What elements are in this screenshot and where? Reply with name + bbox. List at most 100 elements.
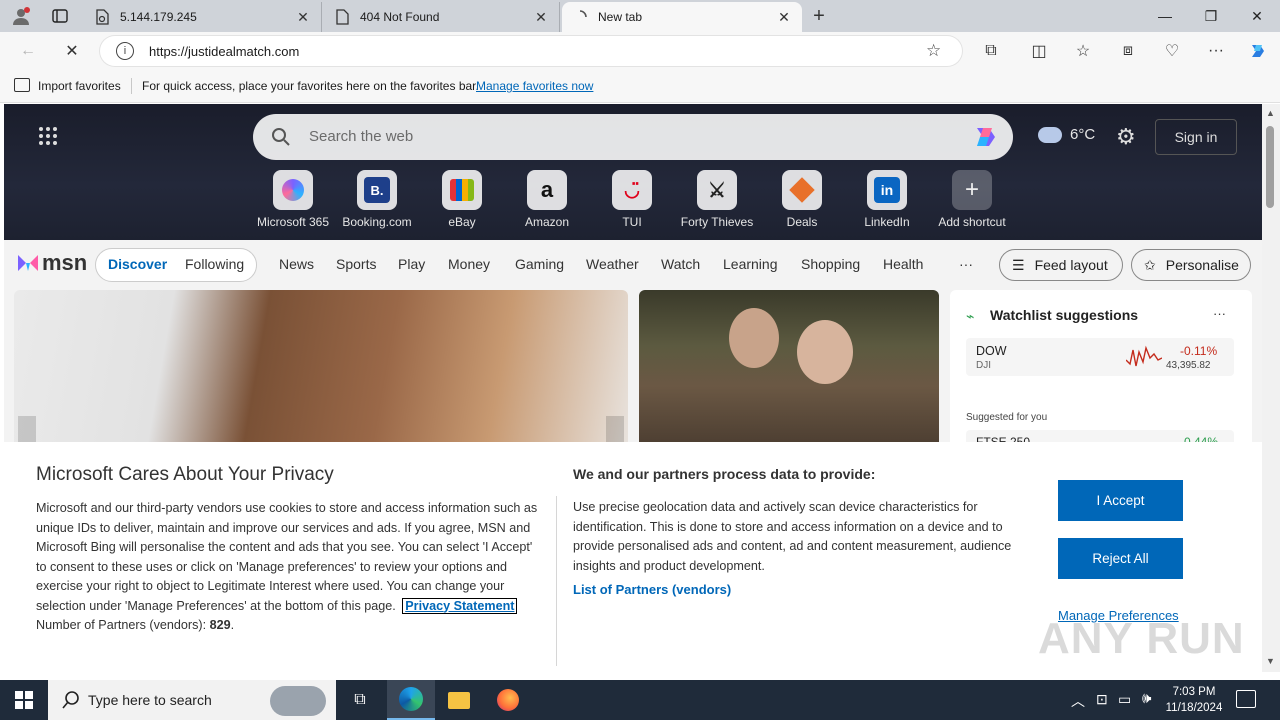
- nav-shopping[interactable]: Shopping: [801, 256, 860, 272]
- volume-icon[interactable]: 🕪: [1142, 690, 1151, 707]
- nav-learning[interactable]: Learning: [723, 256, 778, 272]
- tab-discover[interactable]: Discover: [108, 256, 167, 272]
- feed-layout-button[interactable]: ☰ Feed layout: [999, 249, 1123, 281]
- shortcut-amazon[interactable]: a Amazon: [507, 170, 587, 229]
- personalise-button[interactable]: ✩ Personalise: [1131, 249, 1251, 281]
- scroll-down-icon[interactable]: ▼: [1266, 656, 1275, 666]
- nav-weather[interactable]: Weather: [586, 256, 639, 272]
- search-icon: [272, 128, 290, 146]
- tab-404[interactable]: 404 Not Found ✕: [324, 2, 560, 32]
- apps-launcher[interactable]: [38, 126, 58, 146]
- network-icon[interactable]: ▭: [1118, 691, 1131, 708]
- taskbar-edge[interactable]: [387, 680, 435, 720]
- nav-sports[interactable]: Sports: [336, 256, 376, 272]
- watchlist-title: Watchlist suggestions: [990, 307, 1139, 323]
- weather-widget[interactable]: 6°C: [1038, 126, 1095, 143]
- taskbar-search[interactable]: Type here to search: [48, 680, 336, 720]
- weather-temp: 6°C: [1070, 126, 1096, 143]
- clock[interactable]: 7:03 PM 11/18/2024: [1164, 684, 1224, 716]
- stop-button[interactable]: ✕: [58, 38, 86, 64]
- scroll-up-icon[interactable]: ▲: [1266, 108, 1275, 118]
- news-photo-card[interactable]: [639, 290, 939, 450]
- back-button[interactable]: ←: [14, 38, 42, 64]
- tab-actions-button[interactable]: [46, 6, 74, 26]
- page-icon: [94, 9, 110, 25]
- address-bar[interactable]: i https://justidealmatch.com ☆: [100, 36, 962, 66]
- shortcut-deals[interactable]: Deals: [762, 170, 842, 229]
- notifications-button[interactable]: [1236, 690, 1256, 708]
- close-tab-icon[interactable]: ✕: [295, 9, 311, 26]
- close-window-button[interactable]: ✕: [1234, 0, 1280, 32]
- shortcut-label: Add shortcut: [938, 215, 1006, 229]
- shortcut-linkedin[interactable]: in LinkedIn: [847, 170, 927, 229]
- manage-favorites-link[interactable]: Manage favorites now: [476, 79, 593, 93]
- settings-button[interactable]: ⚙: [1116, 124, 1136, 150]
- nav-news[interactable]: News: [279, 256, 314, 272]
- search-placeholder[interactable]: Search the web: [309, 128, 413, 145]
- search-highlight-image: [270, 686, 326, 716]
- shortcut-ebay[interactable]: eBay: [422, 170, 502, 229]
- extensions-button[interactable]: ⧉: [977, 38, 1005, 64]
- network-tray-icon[interactable]: ⊡: [1096, 691, 1108, 708]
- copilot-button[interactable]: [1244, 38, 1272, 64]
- performance-button[interactable]: ♡: [1158, 38, 1186, 64]
- favorites-button[interactable]: ☆: [1069, 38, 1097, 64]
- minimize-button[interactable]: —: [1142, 0, 1188, 32]
- url-text[interactable]: https://justidealmatch.com: [149, 44, 299, 59]
- close-tab-icon[interactable]: ✕: [776, 9, 792, 26]
- profile-avatar[interactable]: [8, 4, 34, 28]
- split-screen-icon: ◫: [1031, 43, 1047, 60]
- settings-more-button[interactable]: ···: [1202, 38, 1230, 64]
- deals-icon: [782, 170, 822, 210]
- hero-news-image[interactable]: [14, 290, 628, 450]
- chevron-up-icon[interactable]: ︿: [1071, 691, 1085, 711]
- task-view-button[interactable]: ⧉: [340, 680, 380, 720]
- collections-button[interactable]: ⧈: [1114, 38, 1142, 64]
- web-search-box[interactable]: Search the web: [253, 114, 1013, 160]
- nav-health[interactable]: Health: [883, 256, 923, 272]
- restore-button[interactable]: ❐: [1188, 0, 1234, 32]
- taskbar-file-explorer[interactable]: [437, 680, 481, 720]
- watchlist-card: ⌁ Watchlist suggestions ··· DOW DJI -0.1…: [950, 290, 1252, 450]
- shortcut-forty-thieves[interactable]: ⚔ Forty Thieves: [677, 170, 757, 229]
- consent-divider: [556, 496, 557, 666]
- start-button[interactable]: [0, 680, 48, 720]
- tab-new-tab[interactable]: New tab ✕: [562, 2, 802, 32]
- nav-more-button[interactable]: ···: [959, 256, 973, 272]
- reject-all-button[interactable]: Reject All: [1058, 538, 1183, 579]
- nav-money[interactable]: Money: [448, 256, 490, 272]
- tab-ip[interactable]: 5.144.179.245 ✕: [84, 2, 322, 32]
- shortcut-label: Amazon: [524, 215, 570, 229]
- copilot-icon[interactable]: [971, 122, 1001, 152]
- msn-logo[interactable]: msn: [16, 250, 87, 276]
- sign-in-button[interactable]: Sign in: [1155, 119, 1237, 155]
- split-screen-button[interactable]: ◫: [1025, 38, 1053, 64]
- tab-actions-icon: [52, 9, 68, 23]
- new-tab-button[interactable]: +: [808, 4, 830, 28]
- privacy-statement-link[interactable]: Privacy Statement: [402, 597, 518, 614]
- close-tab-icon[interactable]: ✕: [533, 9, 549, 26]
- shortcut-microsoft-365[interactable]: Microsoft 365: [253, 170, 333, 229]
- scroll-thumb[interactable]: [1266, 126, 1274, 208]
- shortcut-add[interactable]: + Add shortcut: [932, 170, 1012, 229]
- partners-list-link[interactable]: List of Partners (vendors): [573, 582, 731, 597]
- info-icon[interactable]: i: [116, 42, 134, 60]
- watchlist-more-button[interactable]: ···: [1213, 306, 1226, 321]
- nav-watch[interactable]: Watch: [661, 256, 700, 272]
- nav-play[interactable]: Play: [398, 256, 425, 272]
- import-favorites-icon[interactable]: [14, 78, 30, 92]
- accept-button[interactable]: I Accept: [1058, 480, 1183, 521]
- import-favorites-label[interactable]: Import favorites: [38, 79, 121, 93]
- windows-logo-icon: [15, 691, 33, 709]
- stock-row[interactable]: DOW DJI -0.11% 43,395.82: [966, 338, 1234, 376]
- folder-icon: [448, 691, 470, 709]
- nav-gaming[interactable]: Gaming: [515, 256, 564, 272]
- tab-label: 5.144.179.245: [120, 10, 197, 24]
- tab-following[interactable]: Following: [185, 256, 244, 272]
- shortcut-label: Deals: [786, 215, 818, 229]
- shortcut-booking[interactable]: B. Booking.com: [337, 170, 417, 229]
- page-scrollbar[interactable]: ▲ ▼: [1262, 104, 1280, 672]
- favorite-star-icon[interactable]: ☆: [926, 41, 941, 61]
- taskbar-firefox[interactable]: [486, 680, 530, 720]
- shortcut-tui[interactable]: ◡̈ TUI: [592, 170, 672, 229]
